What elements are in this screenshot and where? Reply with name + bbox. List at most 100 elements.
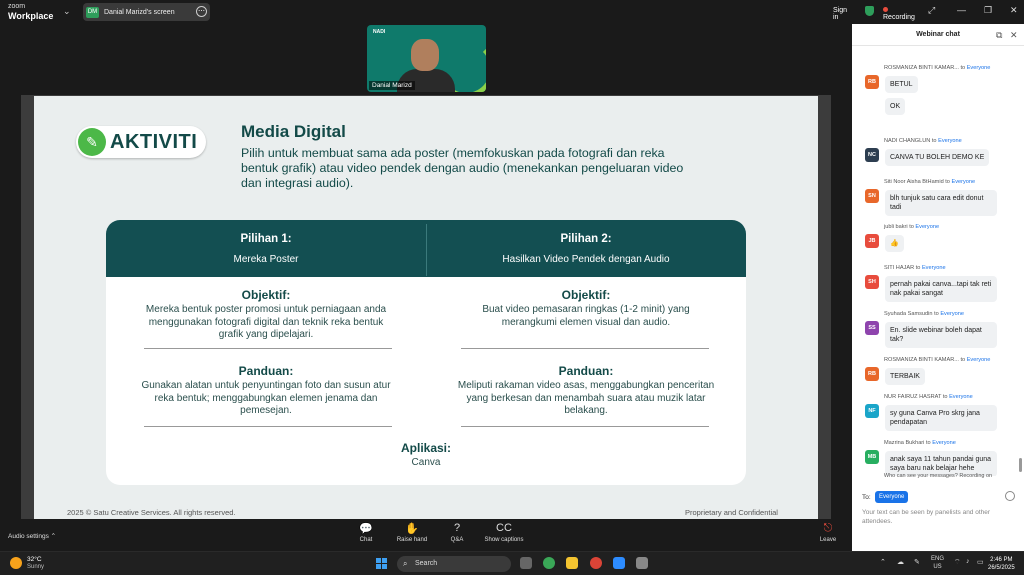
guidance-2: Panduan: Meliputi rakaman video asas, me… [457, 364, 715, 416]
speaker-name: Danial Marizd [369, 81, 415, 90]
recipient-label: Everyone [938, 138, 962, 144]
chat-header: Webinar chat ⧉ ✕ [852, 24, 1024, 46]
divider [461, 348, 709, 349]
chat-icon: 💬 [359, 523, 373, 535]
record-dot-icon [883, 7, 888, 12]
wifi-icon[interactable]: ⌔ [954, 558, 961, 567]
cloud-icon[interactable]: ☁ [897, 558, 904, 566]
sender-name: ROSMANIZA BINTI KAMAR... [884, 65, 961, 71]
avatar: SH [865, 275, 879, 289]
windows-start-icon[interactable] [376, 558, 388, 570]
search-icon: ⌕ [403, 559, 408, 568]
options-card: Pilihan 1: Mereka Poster Pilihan 2: Hasi… [106, 220, 746, 485]
emoji-icon[interactable] [1005, 491, 1015, 501]
sender-name: Syuhada Samsudin [884, 311, 935, 317]
sign-in-link[interactable]: Sign in [833, 7, 852, 21]
avatar: NF [865, 404, 879, 418]
chat-button[interactable]: 💬 Chat [355, 522, 377, 543]
zoom-app-icon[interactable] [613, 557, 625, 569]
slide-footer-confidential: Proprietary and Confidential [685, 508, 778, 517]
chat-message-header: ROSMANIZA BINTI KAMAR... to Everyone [884, 357, 990, 363]
windows-taskbar: 32°C Sunny ⌕ Search ⌃ ☁ ✎ ENG US ⌔ ♪ ▭ 2:4… [0, 551, 1024, 575]
to-label: To: [862, 494, 871, 501]
chevron-down-icon[interactable]: ⌄ [63, 6, 71, 17]
chat-bubble: blh tunjuk satu cara edit donut tadi [885, 190, 997, 216]
webinar-chat-panel: Webinar chat ⧉ ✕ ROSMANIZA BINTI KAMAR..… [852, 24, 1024, 551]
more-options-icon[interactable]: ⋯ [196, 6, 207, 17]
qa-button[interactable]: ? Q&A [447, 522, 467, 543]
objective-2: Objektif: Buat video pemasaran ringkas (… [482, 288, 690, 328]
screen-share-pill[interactable]: DM Danial Marizd's screen ⋯ [83, 3, 210, 21]
share-label: Danial Marizd's screen [104, 8, 175, 16]
chat-message-header: NUR FAIRUZ HASRAT to Everyone [884, 394, 973, 400]
chat-scrollbar[interactable] [1019, 458, 1022, 472]
chat-message-header: SITI HAJAR to Everyone [884, 265, 946, 271]
system-clock[interactable]: 2:46 PM 26/5/2025 [988, 556, 1015, 572]
chat-message-header: Syuhada Samsudin to Everyone [884, 311, 964, 317]
chat-message-header: jubli bakri to Everyone [884, 224, 939, 230]
aktiviti-badge: ✎ AKTIVITI [76, 126, 206, 158]
video-logos: NADI [373, 29, 386, 35]
battery-icon[interactable]: ▭ [977, 558, 984, 566]
pen-icon[interactable]: ✎ [914, 558, 920, 566]
chrome-profile-icon[interactable] [590, 557, 602, 569]
sender-name: SITI HAJAR [884, 265, 916, 271]
chrome-icon[interactable] [543, 557, 555, 569]
chat-bubble: sy guna Canva Pro skrg jana pendapatan [885, 405, 997, 431]
volume-icon[interactable]: ♪ [966, 558, 970, 565]
recipient-label: Everyone [940, 311, 964, 317]
speaker-video[interactable]: NADI Danial Marizd [367, 25, 486, 92]
taskbar-search[interactable]: ⌕ Search [397, 556, 511, 572]
recipient-label: Everyone [966, 357, 991, 363]
captions-icon: CC [496, 522, 512, 534]
fullscreen-icon[interactable]: ⤢ [928, 5, 935, 16]
share-avatar: DM [86, 6, 99, 18]
slide-footer-copyright: 2025 © Satu Creative Services. All right… [67, 508, 236, 517]
recipient-label: Everyone [966, 65, 991, 71]
chat-bubble: CANVA TU BOLEH DEMO KE [885, 149, 990, 166]
minimize-icon[interactable]: — [957, 5, 966, 15]
option-1-header: Pilihan 1: Mereka Poster [233, 233, 299, 265]
leave-button[interactable]: ⎋ Leave [817, 522, 839, 543]
task-view-icon[interactable] [520, 557, 532, 569]
file-explorer-icon[interactable] [566, 557, 578, 569]
app-icon[interactable] [636, 557, 648, 569]
recipient-label: Everyone [921, 265, 946, 271]
chat-bubble: TERBAIK [885, 368, 925, 385]
meeting-toolbar: Audio settings ⌃ 💬 Chat ✋ Raise hand ? Q&A … [0, 519, 852, 551]
application-section: Aplikasi: Canva [400, 441, 451, 468]
option-2-header: Pilihan 2: Hasilkan Video Pendek dengan … [502, 233, 670, 265]
hand-icon: ✋ [405, 523, 419, 535]
chat-message-header: NADI CHANGLUN to Everyone [884, 138, 962, 144]
recipient-label: Everyone [951, 179, 976, 185]
raise-hand-button[interactable]: ✋ Raise hand [395, 522, 429, 543]
privacy-notice[interactable]: Who can see your messages? Recording on [852, 473, 1024, 479]
pop-out-icon[interactable]: ⧉ [996, 24, 1002, 46]
close-icon[interactable]: ✕ [1010, 5, 1018, 16]
question-icon: ? [453, 522, 461, 534]
divider [144, 348, 392, 349]
chat-bubble: 👍 [885, 235, 904, 252]
captions-button[interactable]: CC Show captions [482, 522, 526, 543]
chat-bubble: OK [885, 98, 906, 115]
options-header: Pilihan 1: Mereka Poster Pilihan 2: Hasi… [106, 220, 746, 277]
sun-icon [10, 557, 22, 569]
restore-icon[interactable]: ❐ [984, 5, 992, 16]
pencil-icon: ✎ [78, 128, 106, 156]
chevron-up-icon[interactable]: ⌃ [880, 558, 886, 566]
chat-bubble: BETUL [885, 76, 918, 93]
shield-icon[interactable] [865, 6, 874, 16]
audio-settings-button[interactable]: Audio settings ⌃ [8, 532, 56, 540]
chat-message-header: Siti Noor Aisha BtHamid to Everyone [884, 179, 975, 185]
avatar: SS [865, 321, 879, 335]
slide-title: Media Digital [241, 122, 346, 141]
language-indicator[interactable]: ENG US [931, 555, 944, 571]
guidance-1: Panduan: Gunakan alatan untuk penyunting… [141, 364, 391, 416]
chat-bubble: pernah pakai canva...tapi tak reti nak p… [885, 276, 997, 302]
avatar: NC [865, 148, 879, 162]
recording-indicator: Recording [883, 7, 915, 21]
recipient-select[interactable]: Everyone [875, 491, 909, 503]
close-icon[interactable]: ✕ [1010, 24, 1018, 46]
chat-input[interactable]: Your text can be seen by panelists and o… [862, 508, 1012, 526]
chat-messages[interactable]: ROSMANIZA BINTI KAMAR... to Everyone RB BE… [852, 46, 1020, 476]
